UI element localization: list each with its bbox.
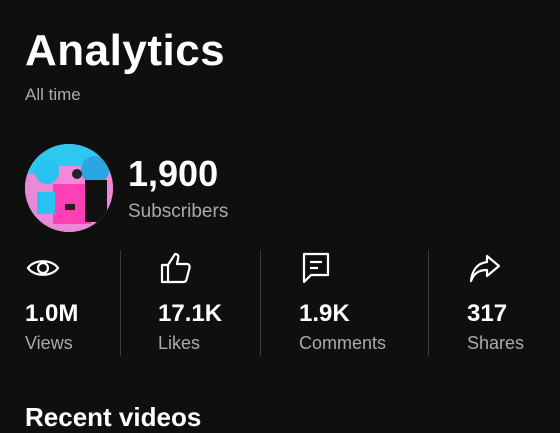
subscriber-count: 1,900 <box>128 153 219 194</box>
time-range-label[interactable]: All time <box>25 85 81 105</box>
eye-icon <box>26 260 60 276</box>
thumbs-up-icon <box>160 252 191 284</box>
stat-label: Comments <box>299 333 387 353</box>
subscriber-label: Subscribers <box>128 201 229 222</box>
stat-label: Views <box>25 333 73 353</box>
stat-value: 17.1K <box>158 300 223 327</box>
share-icon <box>469 254 501 283</box>
stat-value: 1.0M <box>25 300 79 327</box>
divider <box>120 250 121 356</box>
stats-row: 1.0M Views 17.1K Likes 1.9K Comments 317… <box>0 248 560 358</box>
page-title: Analytics <box>25 26 226 75</box>
comment-icon <box>302 252 330 284</box>
avatar-image <box>25 144 113 232</box>
divider <box>428 250 429 356</box>
stat-value: 1.9K <box>299 300 350 327</box>
stat-value: 317 <box>467 300 508 327</box>
channel-avatar[interactable] <box>25 144 113 232</box>
stat-label: Likes <box>158 333 201 353</box>
recent-videos-heading: Recent videos <box>25 402 202 432</box>
divider <box>260 250 261 356</box>
stat-label: Shares <box>467 333 525 353</box>
